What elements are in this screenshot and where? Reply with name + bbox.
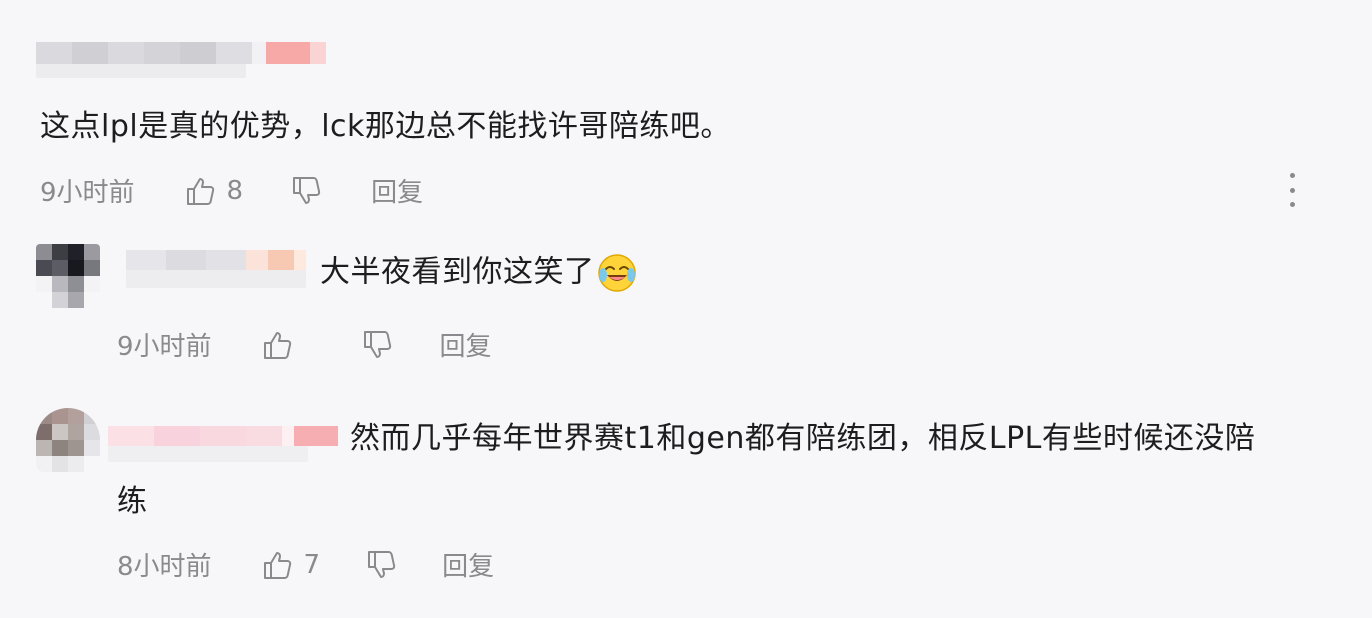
comment-meta: 9小时前 8 回复 (40, 172, 423, 209)
like-count: 8 (226, 175, 244, 206)
comment-text: 这点lpl是真的优势，lck那边总不能找许哥陪练吧。 (40, 109, 731, 144)
like-count: 7 (303, 549, 321, 580)
comment-text-content: 大半夜看到你这笑了 (320, 254, 595, 290)
thumbs-down-icon (363, 330, 391, 358)
reply-button[interactable]: 回复 (440, 326, 492, 363)
avatar[interactable] (36, 408, 100, 472)
thumbs-up-icon (263, 551, 291, 579)
laughing-crying-emoji (597, 254, 636, 292)
comment-text: 大半夜看到你这笑了 (320, 253, 637, 293)
dislike-button[interactable] (366, 549, 398, 581)
timestamp: 9小时前 (117, 332, 212, 362)
comment-meta: 9小时前 回复 (117, 326, 492, 363)
avatar[interactable] (36, 244, 100, 308)
username-blur-shadow (108, 446, 308, 462)
comment-text-line-1: 然而几乎每年世界赛t1和gen都有陪练团，相反LPL有些时候还没陪 (350, 421, 1256, 456)
reply-button[interactable]: 回复 (371, 172, 423, 209)
like-button[interactable]: 7 (262, 549, 321, 581)
like-button[interactable]: 8 (185, 175, 244, 207)
thumbs-up-icon (186, 177, 214, 205)
thumbs-down-icon (293, 176, 321, 204)
thumbs-up-icon (263, 331, 291, 359)
dislike-button[interactable] (291, 175, 323, 207)
thumbs-down-icon (368, 550, 396, 578)
like-button[interactable] (262, 329, 304, 361)
timestamp: 9小时前 (40, 178, 135, 208)
comment-text-line-2: 练 (117, 484, 148, 519)
more-vertical-icon[interactable] (1287, 173, 1297, 207)
username-blur-shadow (36, 64, 246, 78)
comment-meta: 8小时前 7 回复 (117, 546, 494, 583)
reply-button[interactable]: 回复 (442, 546, 494, 583)
username-blurred[interactable] (108, 426, 338, 446)
username-blurred[interactable] (36, 42, 326, 64)
dislike-button[interactable] (362, 329, 394, 361)
timestamp: 8小时前 (117, 552, 212, 582)
username-blurred[interactable] (126, 250, 306, 270)
username-blur-shadow (126, 270, 306, 288)
